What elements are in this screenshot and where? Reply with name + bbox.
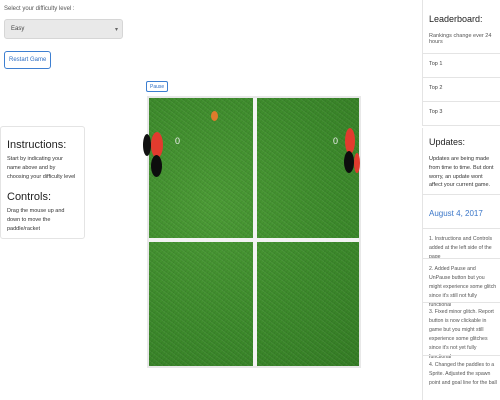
- divider: [423, 355, 500, 356]
- chevron-down-icon: ▾: [114, 26, 118, 33]
- divider: [423, 194, 500, 195]
- controls-text: Drag the mouse up and down to move the p…: [7, 208, 65, 232]
- center-line-vertical: [253, 98, 257, 366]
- center-line-horizontal: [149, 238, 359, 242]
- pause-button[interactable]: Pause: [146, 81, 169, 92]
- controls-title: Controls:: [7, 191, 52, 204]
- leaderboard-card: Leaderboard: Rankings change ever 24 hou…: [422, 0, 500, 126]
- right-paddle-racket: [345, 128, 355, 154]
- updates-title: Updates:: [429, 137, 466, 147]
- leaderboard-title: Leaderboard:: [429, 14, 483, 24]
- left-paddle-handle: [151, 155, 162, 177]
- left-paddle-red: [143, 134, 151, 156]
- right-paddle-edge: [354, 153, 360, 173]
- updates-card: Updates: Updates are being made from tim…: [422, 128, 500, 400]
- difficulty-select[interactable]: Easy ▾: [4, 19, 123, 39]
- leaderboard-row: Top 3: [423, 101, 500, 126]
- score-left: 0: [175, 136, 181, 146]
- divider: [423, 228, 500, 229]
- instructions-card: Instructions: Start by indicating your n…: [0, 126, 85, 239]
- updates-description: Updates are being made from time to time…: [429, 156, 494, 189]
- instructions-title: Instructions:: [7, 139, 67, 151]
- divider: [423, 302, 500, 303]
- restart-button[interactable]: Restart Game: [4, 51, 52, 69]
- divider: [423, 258, 500, 259]
- difficulty-selected-value: Easy: [11, 26, 25, 32]
- difficulty-label: Select your difficulty level :: [4, 6, 75, 12]
- leaderboard-row: Top 1: [423, 53, 500, 77]
- game-board[interactable]: 0 0: [143, 96, 361, 368]
- leaderboard-note: Rankings change ever 24 hours: [429, 33, 492, 45]
- ball: [211, 111, 218, 121]
- update-item: 4. Changed the paddles to a Sprite. Adju…: [429, 362, 497, 387]
- right-paddle-handle: [344, 151, 354, 173]
- leaderboard-row: Top 2: [423, 77, 500, 101]
- updates-date: August 4, 2017: [429, 209, 483, 218]
- update-item: 2. Added Pause and UnPause button but yo…: [429, 266, 497, 309]
- instructions-text: Start by indicating your name above and …: [7, 156, 76, 180]
- score-right: 0: [333, 136, 339, 146]
